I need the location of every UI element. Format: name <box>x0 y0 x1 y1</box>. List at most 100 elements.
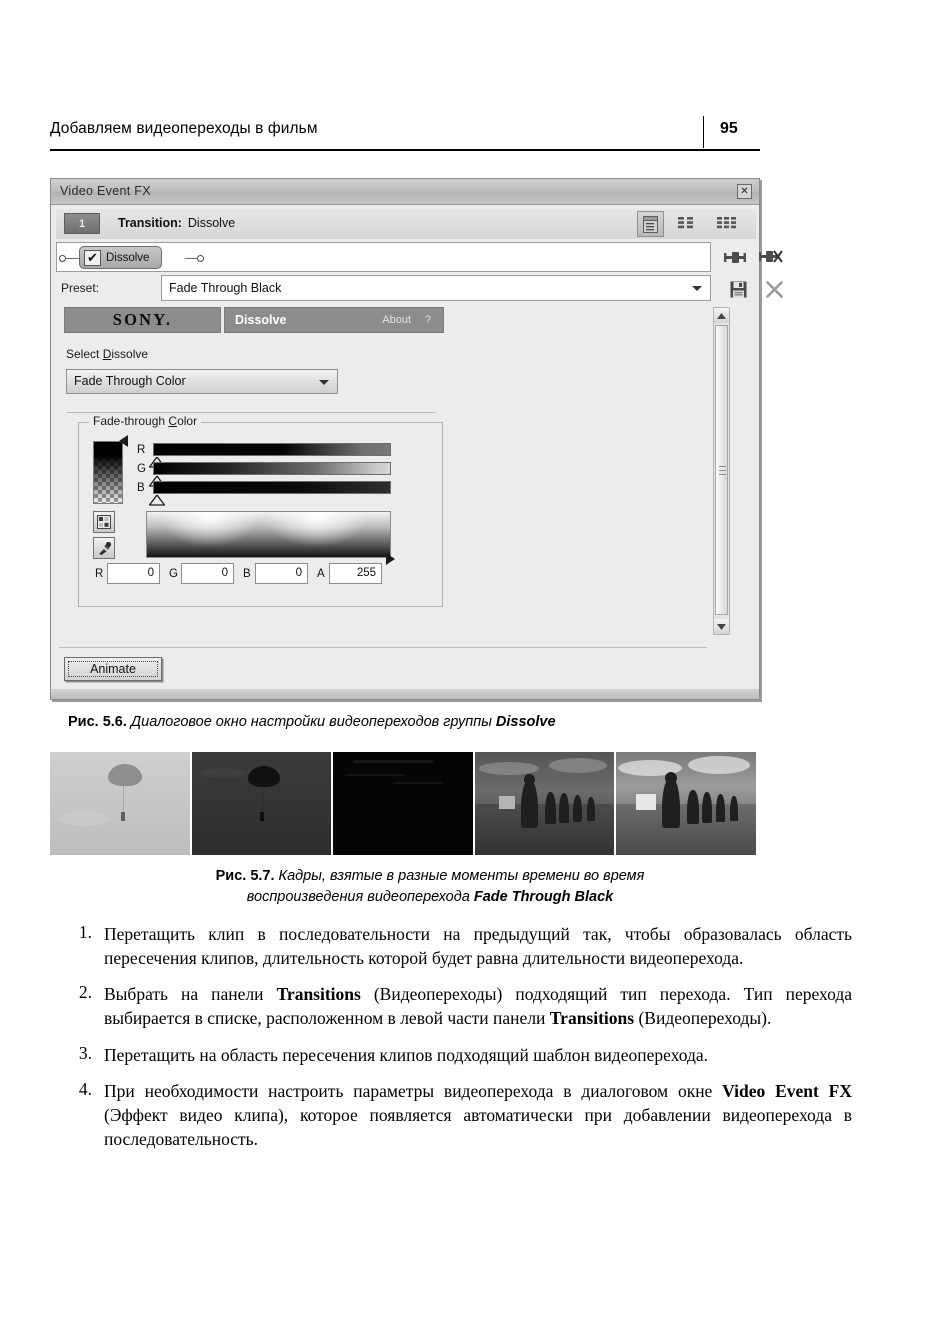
plugin-insert-icon <box>724 251 746 263</box>
film-frame-1 <box>50 752 190 855</box>
chevron-down-icon[interactable] <box>319 380 329 385</box>
soldier-silhouette <box>687 790 700 824</box>
floppy-save-icon <box>730 281 746 297</box>
close-icon[interactable]: ✕ <box>737 184 752 199</box>
field-label-b: B <box>243 568 251 580</box>
transition-strip: 1 Transition: Dissolve <box>56 209 756 239</box>
channel-label-b: B <box>137 482 145 494</box>
channel-thumb-b[interactable] <box>148 493 166 506</box>
parachute-canopy <box>108 764 142 786</box>
add-plugin-button[interactable] <box>723 247 747 267</box>
field-value-a[interactable]: 255 <box>329 563 382 584</box>
grid-2col-icon <box>678 216 693 228</box>
plugin-enable-checkbox[interactable]: ✔ <box>84 249 101 266</box>
figure-5-6-emphasis: Dissolve <box>495 714 556 730</box>
list-item-text: Перетащить клип в последовательности на … <box>104 924 852 969</box>
faint-detail <box>353 760 434 763</box>
fade-through-color-group: Fade-through Color R G B R 0 G 0 B 0 A 2… <box>78 414 443 607</box>
small-grid-button[interactable] <box>675 215 699 233</box>
tent <box>636 794 657 810</box>
help-icon[interactable]: ? <box>425 314 431 326</box>
soldier-silhouette <box>520 780 538 828</box>
soldier-silhouette <box>716 794 726 822</box>
soldier-silhouette <box>544 792 556 824</box>
preset-label: Preset: <box>61 281 100 295</box>
triangle-up-icon <box>717 312 726 319</box>
select-dissolve-label: Select Dissolve <box>66 347 148 361</box>
soldier-silhouette <box>730 796 739 821</box>
soldier-silhouette <box>702 792 713 823</box>
alpha-marker-icon <box>119 435 128 447</box>
eyedropper-button[interactable] <box>93 537 115 559</box>
tent <box>498 796 515 809</box>
sony-logo-text: SONY. <box>112 310 173 329</box>
field-value-b[interactable]: 0 <box>255 563 308 584</box>
animate-button[interactable]: Animate <box>64 657 162 681</box>
preset-value: Fade Through Black <box>169 281 282 295</box>
channel-slider-r[interactable] <box>153 443 391 456</box>
field-value-r[interactable]: 0 <box>107 563 160 584</box>
faint-detail <box>393 782 444 784</box>
preset-combobox[interactable]: Fade Through Black <box>161 275 711 301</box>
scroll-down-button[interactable] <box>714 619 729 634</box>
parachutist <box>259 812 264 821</box>
plugin-remove-icon <box>759 249 783 263</box>
palette-squares-icon <box>97 515 111 529</box>
video-event-fx-dialog[interactable]: Video Event FX ✕ 1 Transition: Dissolve <box>50 178 783 700</box>
parachutist <box>121 812 125 821</box>
plugin-node-dissolve[interactable]: ✔ Dissolve <box>79 246 163 269</box>
save-preset-button[interactable] <box>727 279 749 299</box>
figure-5-7-line2: воспроизведения видеоперехода Fade Throu… <box>50 887 810 908</box>
chain-output-port[interactable] <box>197 255 204 262</box>
figure-5-6-caption: Рис. 5.6. Диалоговое окно настройки виде… <box>50 714 810 730</box>
select-label-pre: Select <box>66 347 103 361</box>
film-frame-3 <box>333 752 473 855</box>
transition-label: Transition: <box>118 216 182 230</box>
color-gradient-picker[interactable] <box>146 511 391 558</box>
list-item-text: Перетащить на область пересечения клипов… <box>104 1044 709 1065</box>
dialog-titlebar: Video Event FX ✕ <box>51 179 759 205</box>
list-item: 3. Перетащить на область пересечения кли… <box>62 1043 852 1067</box>
dialog-footer <box>51 689 759 699</box>
parameter-scrollbar[interactable] <box>713 307 730 635</box>
scroll-up-button[interactable] <box>714 308 729 323</box>
chain-input-port[interactable] <box>59 255 66 262</box>
grid-3col-icon <box>717 216 736 228</box>
remove-plugin-button[interactable] <box>759 247 783 267</box>
header-divider <box>703 116 704 148</box>
figure-5-7-caption: Рис. 5.7. Кадры, взятые в разные моменты… <box>50 866 810 908</box>
plugin-chain-view-button[interactable] <box>637 211 664 237</box>
page-number: 95 <box>720 120 738 137</box>
parachute-lines <box>261 787 263 813</box>
channel-slider-b[interactable] <box>153 481 391 494</box>
list-item: 4. При необходимости настроить параметры… <box>62 1079 852 1151</box>
close-x-icon <box>765 280 783 298</box>
parachute-lines <box>123 786 125 814</box>
select-dissolve-combobox[interactable]: Fade Through Color <box>66 369 338 394</box>
field-label-g: G <box>169 568 178 580</box>
list-item-text: При необходимости настроить параметры ви… <box>104 1080 852 1149</box>
figure-5-7-emphasis: Fade Through Black <box>473 889 614 906</box>
plugin-chain-row[interactable]: ✔ Dissolve <box>56 242 711 272</box>
about-link[interactable]: About <box>382 314 411 326</box>
running-header-title: Добавляем видеопереходы в фильм <box>50 120 318 137</box>
dialog-title: Video Event FX <box>60 184 151 198</box>
sony-logo: SONY. <box>64 307 221 333</box>
field-value-g[interactable]: 0 <box>181 563 234 584</box>
color-alpha-swatch[interactable] <box>93 441 123 504</box>
delete-preset-button[interactable] <box>763 279 785 299</box>
scrollbar-thumb[interactable] <box>715 325 728 615</box>
list-item-number: 1. <box>78 922 92 942</box>
scrollbar-grip <box>719 470 726 472</box>
large-grid-button[interactable] <box>716 215 740 233</box>
color-palette-button[interactable] <box>93 511 115 533</box>
field-label-r: R <box>95 568 104 580</box>
chain-number-button[interactable]: 1 <box>64 213 100 234</box>
scrollbar-grip <box>719 474 726 476</box>
plugin-brand-bar: SONY. Dissolve About ? <box>64 307 444 333</box>
channel-label-g: G <box>137 463 146 475</box>
list-item-number: 2. <box>78 982 92 1003</box>
chevron-down-icon[interactable] <box>692 286 702 291</box>
channel-slider-g[interactable] <box>153 462 391 475</box>
focus-outline <box>68 661 158 677</box>
